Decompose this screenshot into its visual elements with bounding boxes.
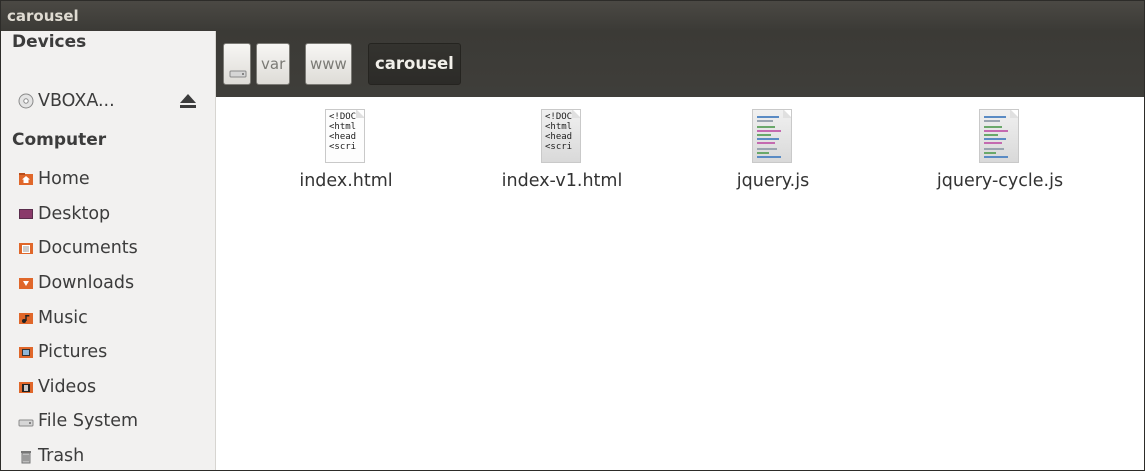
sidebar: Devices VBOXA... Computer Home Desktop D… [1,31,216,470]
sidebar-item-vboxa[interactable]: VBOXA... [18,89,115,113]
sidebar-item-label: Documents [38,238,138,258]
desktop-icon [18,206,34,222]
crumb-www-button[interactable]: www [305,43,352,85]
computer-header: Computer [12,130,107,150]
root-crumb-button[interactable] [223,43,251,85]
harddisk-icon [229,56,247,96]
preview-line: <html [329,122,357,132]
crumb-carousel-button[interactable]: carousel [368,43,461,85]
file-item-index-html[interactable]: <!DOC <html <head <scri index.html [256,109,436,191]
sidebar-item-downloads[interactable]: Downloads [18,271,134,295]
file-item-jquery-cycle-js[interactable]: jquery-cycle.js [910,109,1090,191]
crumb-var-button[interactable]: var [256,43,291,85]
pictures-folder-icon [18,344,34,360]
sidebar-item-home[interactable]: Home [18,167,90,191]
devices-header: Devices [12,32,87,52]
trash-icon [18,448,34,464]
html-file-icon: <!DOC <html <head <scri [541,109,583,165]
sidebar-item-file-system[interactable]: File System [18,409,138,433]
file-name: jquery-cycle.js [936,171,1064,191]
documents-folder-icon [18,240,34,256]
sidebar-item-label: Home [38,169,90,189]
file-name: index.html [299,171,393,191]
preview-line: <head [545,132,573,142]
file-name: index-v1.html [501,171,623,191]
file-manager-window: carousel Devices VBOXA... Computer Home … [0,0,1145,471]
cdrom-icon [18,93,34,109]
sidebar-item-label: Trash [38,446,85,466]
sidebar-item-desktop[interactable]: Desktop [18,202,110,226]
sidebar-item-videos[interactable]: Videos [18,375,96,399]
sidebar-item-documents[interactable]: Documents [18,236,138,260]
downloads-folder-icon [18,275,34,291]
javascript-file-icon [752,109,794,165]
sidebar-item-label: File System [38,411,139,431]
file-item-index-v1-html[interactable]: <!DOC <html <head <scri index-v1.html [472,109,652,191]
window-title: carousel [1,1,1144,31]
file-name: jquery.js [736,171,810,191]
music-folder-icon [18,310,34,326]
sidebar-item-trash[interactable]: Trash [18,444,84,468]
harddisk-icon [18,413,34,429]
html-file-icon: <!DOC <html <head <scri [325,109,367,165]
file-view: <!DOC <html <head <scri index.html <!DOC… [216,97,1144,470]
videos-folder-icon [18,379,34,395]
sidebar-item-label: Videos [38,377,97,397]
preview-line: <html [545,122,573,132]
javascript-file-icon [979,109,1021,165]
pathbar: var www carousel [216,31,1144,97]
preview-line: <scri [545,142,573,152]
sidebar-item-label: Music [38,308,88,328]
eject-icon[interactable] [177,90,199,112]
sidebar-item-label: Downloads [38,273,135,293]
sidebar-item-label: Pictures [38,342,108,362]
sidebar-item-label: Desktop [38,204,111,224]
home-folder-icon [18,171,34,187]
sidebar-item-music[interactable]: Music [18,306,88,330]
file-item-jquery-js[interactable]: jquery.js [683,109,863,191]
sidebar-item-pictures[interactable]: Pictures [18,340,107,364]
preview-line: <scri [329,142,357,152]
preview-line: <head [329,132,357,142]
sidebar-item-label: VBOXA... [38,91,115,111]
